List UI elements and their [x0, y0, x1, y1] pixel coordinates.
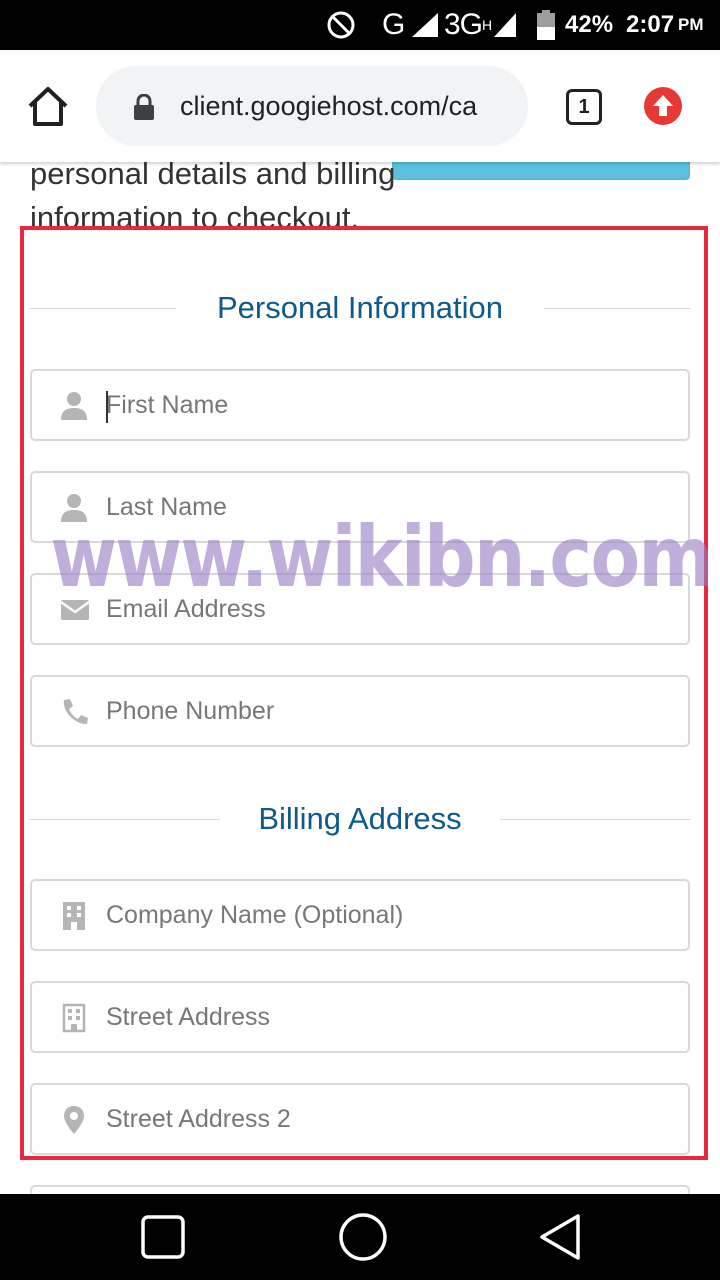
text-cursor	[106, 391, 108, 423]
url-text: client.googiehost.com/ca	[180, 91, 478, 121]
navigation-bar	[0, 1194, 720, 1280]
do-not-disturb-icon	[326, 0, 356, 50]
street-address-2-input[interactable]	[104, 1085, 674, 1153]
phone-field[interactable]	[30, 675, 690, 747]
status-bar: G 3G H 42% 2:07 PM	[0, 0, 720, 50]
street-address-input[interactable]	[104, 983, 674, 1051]
network-type-label: 3G	[444, 8, 483, 41]
clock-time: 2:07	[626, 11, 675, 38]
clock-period: PM	[678, 15, 704, 34]
envelope-icon	[60, 595, 90, 625]
battery-percent: 42%	[565, 11, 614, 38]
company-name-field[interactable]	[30, 879, 690, 951]
page-content: personal details and billing information…	[0, 162, 720, 1194]
address-bar[interactable]: client.googiehost.com/ca	[96, 66, 528, 146]
email-field[interactable]	[30, 573, 690, 645]
last-name-field[interactable]	[30, 471, 690, 543]
phone-icon	[60, 697, 88, 727]
battery-icon	[536, 0, 556, 50]
map-marker-icon	[60, 1105, 88, 1135]
clock: 2:07 PM	[626, 0, 704, 50]
tab-switcher-button[interactable]: 1	[566, 89, 602, 125]
home-nav-icon[interactable]	[338, 1212, 388, 1262]
company-name-input[interactable]	[104, 881, 674, 949]
network-letter: G	[382, 8, 406, 41]
section-title: Billing Address	[258, 801, 462, 836]
signal-icon	[492, 0, 518, 50]
section-title: Personal Information	[216, 290, 504, 325]
first-name-field[interactable]	[30, 369, 690, 441]
building-outline-icon	[60, 1003, 88, 1033]
email-input[interactable]	[104, 575, 674, 643]
lock-icon	[132, 93, 156, 120]
phone-input[interactable]	[104, 677, 674, 745]
recent-apps-icon[interactable]	[138, 1212, 188, 1262]
personal-information-heading: Personal Information	[30, 288, 690, 328]
browser-toolbar: client.googiehost.com/ca 1	[0, 50, 720, 162]
network-type-sup: H	[482, 17, 492, 33]
user-icon	[60, 493, 88, 523]
street-address-2-field[interactable]	[30, 1083, 690, 1155]
billing-address-heading: Billing Address	[30, 799, 690, 839]
last-name-input[interactable]	[104, 473, 674, 541]
street-address-field[interactable]	[30, 981, 690, 1053]
first-name-input[interactable]	[104, 371, 674, 439]
user-icon	[60, 391, 88, 421]
network-type: 3G H	[444, 0, 492, 50]
back-icon[interactable]	[536, 1212, 586, 1262]
building-icon	[60, 901, 88, 931]
next-field[interactable]	[30, 1185, 690, 1194]
home-icon[interactable]	[24, 84, 72, 130]
update-icon[interactable]	[644, 87, 682, 125]
signal-icon	[410, 0, 440, 50]
